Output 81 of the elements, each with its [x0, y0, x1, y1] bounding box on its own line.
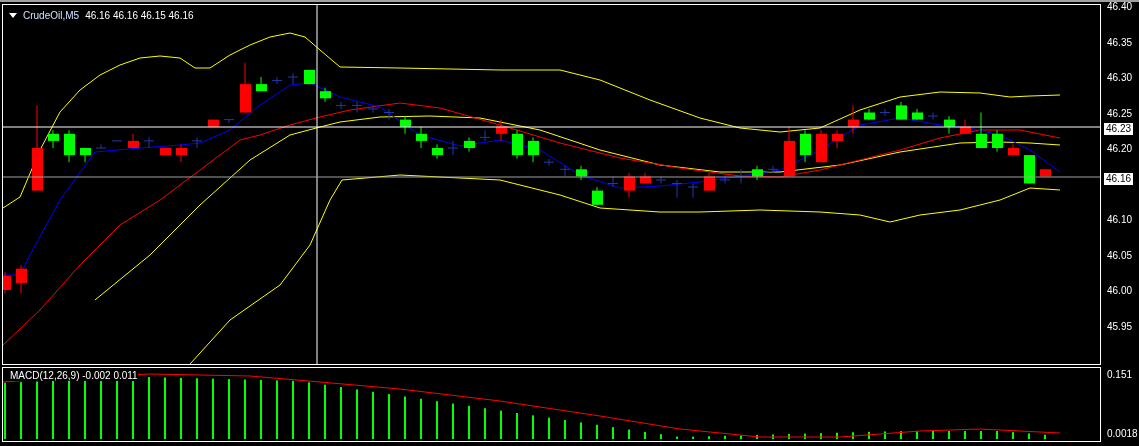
candlestick [1024, 154, 1035, 184]
candlestick [624, 172, 635, 199]
price-axis-label: 46.25 [1107, 108, 1133, 119]
candlestick [223, 119, 235, 124]
candlestick [80, 147, 91, 163]
candlestick [767, 165, 779, 174]
macd-label: MACD(12,26,9) -0.002 0.011 [10, 371, 138, 381]
candlestick [655, 175, 667, 184]
candlestick [927, 112, 939, 121]
candlestick [16, 264, 27, 295]
candlestick [128, 133, 139, 149]
candlestick [367, 104, 379, 113]
candlestick [576, 165, 587, 181]
candlestick [271, 76, 283, 85]
dropdown-icon[interactable] [9, 13, 17, 18]
candlestick [671, 179, 683, 199]
candlestick [256, 76, 267, 92]
candlestick [64, 129, 75, 163]
candlestick [351, 101, 363, 113]
candlestick [784, 126, 795, 177]
price-axis-label: 45.95 [1107, 321, 1133, 332]
macd-axis-label: 0.0018 [1107, 429, 1138, 439]
price-axis-label: 46.00 [1107, 286, 1133, 296]
candlestick [592, 186, 603, 206]
candlestick [479, 129, 491, 142]
candlestick [447, 140, 459, 156]
candlestick [559, 165, 571, 177]
candlestick [176, 143, 187, 163]
candlestick [896, 101, 907, 121]
candlestick [944, 115, 955, 135]
candlestick [800, 129, 811, 163]
candlestick [3, 271, 11, 295]
candlestick [1040, 168, 1051, 177]
candlestick [208, 119, 219, 128]
candlestick [432, 143, 443, 160]
candlestick [848, 104, 859, 135]
candlestick [95, 143, 107, 149]
ohlc-quote: 46.16 46.16 46.15 46.16 [85, 9, 194, 23]
candlestick [512, 129, 523, 160]
candlestick [304, 69, 315, 85]
candlestick [640, 172, 651, 184]
price-axis-label: 46.35 [1107, 37, 1133, 48]
candlestick [832, 129, 843, 149]
candlestick [960, 119, 971, 135]
candlestick [912, 108, 923, 121]
price-axis-label: 46.20 [1107, 144, 1133, 154]
candlestick [543, 158, 555, 167]
candlestick [687, 183, 699, 199]
candlestick [287, 72, 299, 85]
candlestick [383, 108, 395, 121]
price-axis-label: 46.40 [1107, 2, 1133, 12]
candlestick [976, 112, 987, 149]
candlestick [111, 140, 123, 142]
candlestick [992, 129, 1003, 153]
candlestick [143, 136, 155, 149]
price-axis-label: 46.30 [1107, 73, 1133, 83]
candlestick [1008, 143, 1019, 156]
candlestick [335, 101, 347, 110]
price-tag: 46.16 [1104, 173, 1134, 185]
candlestick [864, 108, 875, 121]
candlestick [816, 129, 827, 163]
candlestick [879, 108, 891, 117]
price-axis-label: 46.05 [1107, 250, 1133, 261]
candlestick [48, 129, 59, 149]
candlestick [320, 87, 331, 103]
price-tag: 46.23 [1104, 123, 1134, 135]
candlestick [400, 115, 411, 135]
price-axis-label: 46.10 [1107, 215, 1133, 225]
candlestick [607, 175, 619, 188]
candlestick [496, 119, 507, 142]
candlestick [528, 136, 539, 163]
candlestick [752, 165, 763, 181]
candlestick [191, 136, 203, 149]
candlestick [416, 126, 427, 149]
macd-axis-label: 0.151 [1107, 370, 1133, 380]
symbol-title: CrudeOil,M5 [23, 9, 80, 23]
candlestick [704, 172, 715, 192]
candlestick [719, 175, 731, 184]
candlestick [464, 136, 475, 153]
candlestick [160, 147, 171, 156]
candlestick [240, 62, 251, 113]
